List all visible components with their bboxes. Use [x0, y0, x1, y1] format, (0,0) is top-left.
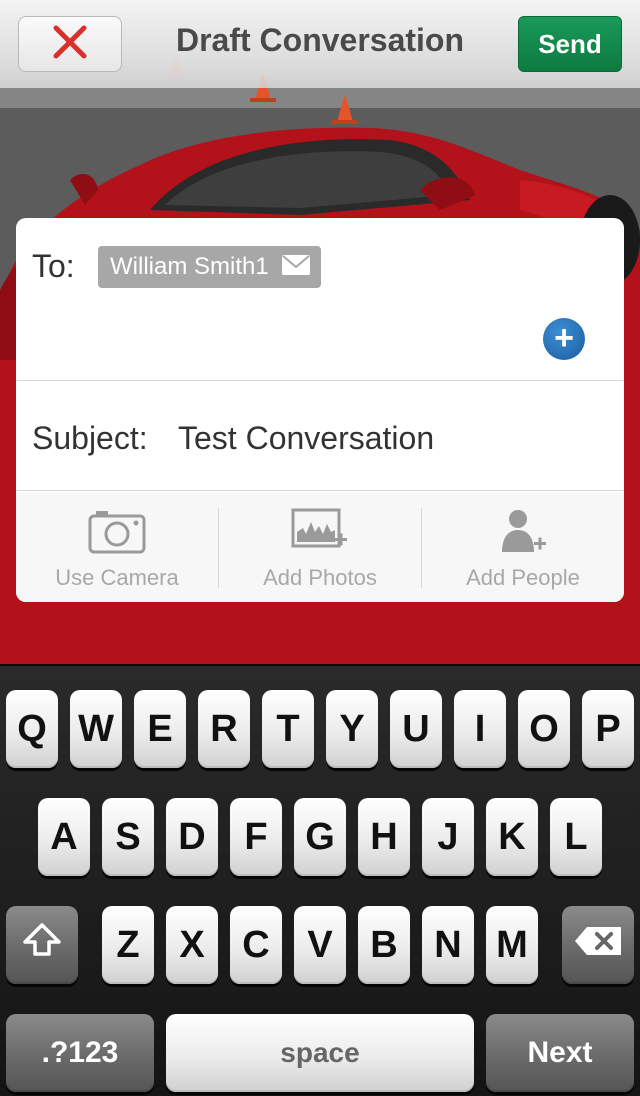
key-k[interactable]: K [486, 798, 538, 876]
attachment-actions: Use Camera Add Photos Add People [16, 492, 624, 602]
key-b[interactable]: B [358, 906, 410, 984]
add-people-label: Add People [466, 565, 580, 590]
key-w[interactable]: W [70, 690, 122, 768]
key-q[interactable]: Q [6, 690, 58, 768]
compose-card: To: William Smith1 + Subject: Test Conve… [16, 218, 624, 602]
key-u[interactable]: U [390, 690, 442, 768]
add-photos-button[interactable]: Add Photos [219, 492, 421, 602]
key-r[interactable]: R [198, 690, 250, 768]
use-camera-button[interactable]: Use Camera [16, 492, 218, 602]
close-x-icon [52, 24, 88, 65]
key-a[interactable]: A [38, 798, 90, 876]
key-l[interactable]: L [550, 798, 602, 876]
key-c[interactable]: C [230, 906, 282, 984]
use-camera-label: Use Camera [55, 565, 179, 590]
subject-label: Subject: [32, 420, 148, 456]
space-key[interactable]: space [166, 1014, 474, 1092]
backspace-key[interactable] [562, 906, 634, 984]
send-button[interactable]: Send [518, 16, 622, 72]
to-field[interactable]: To: William Smith1 + [16, 218, 624, 381]
key-j[interactable]: J [422, 798, 474, 876]
add-recipient-button[interactable]: + [543, 318, 585, 360]
key-n[interactable]: N [422, 906, 474, 984]
shift-icon [22, 922, 62, 968]
key-o[interactable]: O [518, 690, 570, 768]
key-m[interactable]: M [486, 906, 538, 984]
plus-icon: + [554, 319, 574, 357]
key-t[interactable]: T [262, 690, 314, 768]
key-d[interactable]: D [166, 798, 218, 876]
key-z[interactable]: Z [102, 906, 154, 984]
page-title: Draft Conversation [175, 22, 465, 58]
key-g[interactable]: G [294, 798, 346, 876]
key-s[interactable]: S [102, 798, 154, 876]
key-v[interactable]: V [294, 906, 346, 984]
subject-field[interactable]: Subject: Test Conversation [16, 382, 624, 491]
subject-input[interactable]: Test Conversation [178, 420, 434, 457]
add-people-button[interactable]: Add People [422, 492, 624, 602]
key-p[interactable]: P [582, 690, 634, 768]
next-key[interactable]: Next [486, 1014, 634, 1092]
key-h[interactable]: H [358, 798, 410, 876]
add-person-icon [494, 508, 552, 559]
key-x[interactable]: X [166, 906, 218, 984]
keyboard: Q W E R T Y U I O P A S D F G H J K L Z … [0, 664, 640, 1096]
backspace-icon [573, 924, 623, 967]
recipient-chip[interactable]: William Smith1 [98, 246, 321, 288]
camera-icon [88, 508, 146, 559]
numbers-mode-key[interactable]: .?123 [6, 1014, 154, 1092]
add-photos-label: Add Photos [263, 565, 377, 590]
key-i[interactable]: I [454, 690, 506, 768]
key-e[interactable]: E [134, 690, 186, 768]
to-label: To: [32, 248, 75, 284]
add-photo-icon [291, 508, 349, 559]
close-button[interactable] [18, 16, 122, 72]
envelope-icon [281, 254, 311, 281]
recipient-name: William Smith1 [110, 253, 269, 280]
navigation-bar: Draft Conversation Send [0, 0, 640, 88]
key-f[interactable]: F [230, 798, 282, 876]
shift-key[interactable] [6, 906, 78, 984]
key-y[interactable]: Y [326, 690, 378, 768]
